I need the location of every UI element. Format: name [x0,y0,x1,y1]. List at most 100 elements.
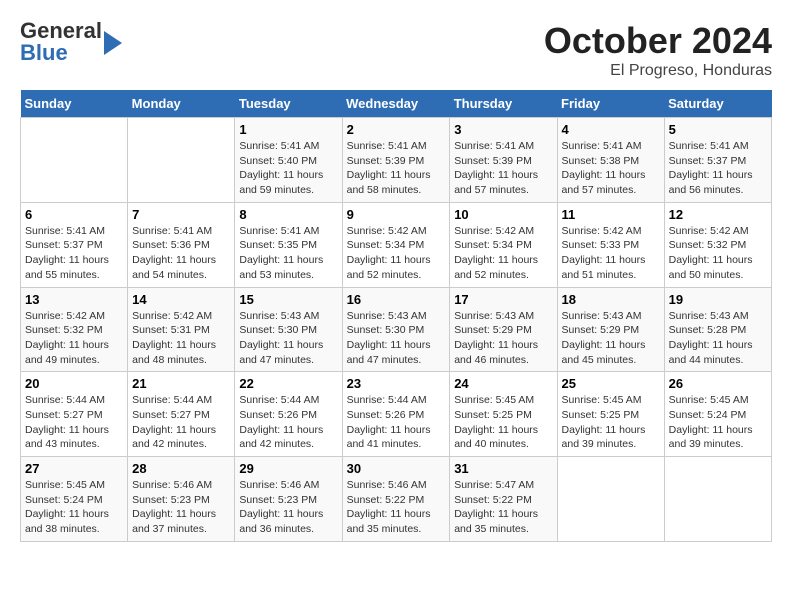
day-number: 18 [562,292,660,307]
month-title: October 2024 [544,20,772,62]
weekday-header-thursday: Thursday [450,90,557,118]
day-info: Sunrise: 5:41 AM Sunset: 5:37 PM Dayligh… [669,139,767,198]
calendar-cell: 16 Sunrise: 5:43 AM Sunset: 5:30 PM Dayli… [342,287,450,372]
logo-text: General Blue [20,18,102,65]
calendar-header: SundayMondayTuesdayWednesdayThursdayFrid… [21,90,772,118]
calendar-cell: 19 Sunrise: 5:43 AM Sunset: 5:28 PM Dayli… [664,287,771,372]
day-number: 24 [454,376,552,391]
calendar-cell: 28 Sunrise: 5:46 AM Sunset: 5:23 PM Dayli… [128,457,235,542]
day-info: Sunrise: 5:45 AM Sunset: 5:25 PM Dayligh… [454,393,552,452]
day-info: Sunrise: 5:44 AM Sunset: 5:27 PM Dayligh… [132,393,230,452]
day-number: 3 [454,122,552,137]
day-number: 14 [132,292,230,307]
day-number: 31 [454,461,552,476]
calendar-cell [128,118,235,203]
page-header: General Blue October 2024 El Progreso, H… [20,20,772,80]
day-info: Sunrise: 5:42 AM Sunset: 5:31 PM Dayligh… [132,309,230,368]
weekday-header-saturday: Saturday [664,90,771,118]
day-number: 19 [669,292,767,307]
day-number: 23 [347,376,446,391]
calendar-cell: 3 Sunrise: 5:41 AM Sunset: 5:39 PM Daylig… [450,118,557,203]
day-number: 5 [669,122,767,137]
day-number: 29 [239,461,337,476]
calendar-cell [557,457,664,542]
calendar-body: 1Sunrise: 5:41 AM Sunset: 5:40 PM Daylig… [21,118,772,542]
logo: General Blue [20,20,122,64]
calendar-week-row: 20 Sunrise: 5:44 AM Sunset: 5:27 PM Dayli… [21,372,772,457]
logo-blue: Blue [20,40,68,65]
calendar-cell: 5 Sunrise: 5:41 AM Sunset: 5:37 PM Daylig… [664,118,771,203]
day-info: Sunrise: 5:47 AM Sunset: 5:22 PM Dayligh… [454,478,552,537]
day-number: 9 [347,207,446,222]
day-number: 6 [25,207,123,222]
calendar-cell: 8Sunrise: 5:41 AM Sunset: 5:35 PM Daylig… [235,202,342,287]
day-number: 27 [25,461,123,476]
weekday-header-friday: Friday [557,90,664,118]
day-number: 11 [562,207,660,222]
calendar-cell: 21 Sunrise: 5:44 AM Sunset: 5:27 PM Dayli… [128,372,235,457]
day-number: 21 [132,376,230,391]
day-info: Sunrise: 5:42 AM Sunset: 5:34 PM Dayligh… [454,224,552,283]
day-info: Sunrise: 5:45 AM Sunset: 5:24 PM Dayligh… [669,393,767,452]
calendar-cell: 14 Sunrise: 5:42 AM Sunset: 5:31 PM Dayli… [128,287,235,372]
day-number: 2 [347,122,446,137]
day-info: Sunrise: 5:41 AM Sunset: 5:39 PM Dayligh… [347,139,446,198]
day-number: 20 [25,376,123,391]
calendar-cell: 2 Sunrise: 5:41 AM Sunset: 5:39 PM Daylig… [342,118,450,203]
calendar-cell: 25 Sunrise: 5:45 AM Sunset: 5:25 PM Dayli… [557,372,664,457]
calendar-cell: 23 Sunrise: 5:44 AM Sunset: 5:26 PM Dayli… [342,372,450,457]
calendar-cell: 30 Sunrise: 5:46 AM Sunset: 5:22 PM Dayli… [342,457,450,542]
day-number: 8 [239,207,337,222]
day-info: Sunrise: 5:45 AM Sunset: 5:24 PM Dayligh… [25,478,123,537]
day-info: Sunrise: 5:41 AM Sunset: 5:39 PM Dayligh… [454,139,552,198]
calendar-cell: 22Sunrise: 5:44 AM Sunset: 5:26 PM Dayli… [235,372,342,457]
day-number: 25 [562,376,660,391]
day-number: 7 [132,207,230,222]
day-info: Sunrise: 5:46 AM Sunset: 5:23 PM Dayligh… [132,478,230,537]
day-info: Sunrise: 5:45 AM Sunset: 5:25 PM Dayligh… [562,393,660,452]
day-number: 10 [454,207,552,222]
weekday-header-row: SundayMondayTuesdayWednesdayThursdayFrid… [21,90,772,118]
calendar-cell: 26Sunrise: 5:45 AM Sunset: 5:24 PM Dayli… [664,372,771,457]
day-info: Sunrise: 5:43 AM Sunset: 5:29 PM Dayligh… [454,309,552,368]
calendar-week-row: 6Sunrise: 5:41 AM Sunset: 5:37 PM Daylig… [21,202,772,287]
calendar-week-row: 13Sunrise: 5:42 AM Sunset: 5:32 PM Dayli… [21,287,772,372]
calendar-cell: 31 Sunrise: 5:47 AM Sunset: 5:22 PM Dayli… [450,457,557,542]
calendar-cell: 1Sunrise: 5:41 AM Sunset: 5:40 PM Daylig… [235,118,342,203]
calendar-cell: 4Sunrise: 5:41 AM Sunset: 5:38 PM Daylig… [557,118,664,203]
calendar-cell: 7 Sunrise: 5:41 AM Sunset: 5:36 PM Daylig… [128,202,235,287]
weekday-header-wednesday: Wednesday [342,90,450,118]
day-info: Sunrise: 5:46 AM Sunset: 5:23 PM Dayligh… [239,478,337,537]
day-info: Sunrise: 5:41 AM Sunset: 5:36 PM Dayligh… [132,224,230,283]
weekday-header-sunday: Sunday [21,90,128,118]
day-info: Sunrise: 5:43 AM Sunset: 5:28 PM Dayligh… [669,309,767,368]
day-info: Sunrise: 5:44 AM Sunset: 5:27 PM Dayligh… [25,393,123,452]
day-info: Sunrise: 5:43 AM Sunset: 5:30 PM Dayligh… [239,309,337,368]
calendar-week-row: 27 Sunrise: 5:45 AM Sunset: 5:24 PM Dayli… [21,457,772,542]
day-number: 17 [454,292,552,307]
day-number: 4 [562,122,660,137]
location: El Progreso, Honduras [544,62,772,80]
calendar-cell: 12Sunrise: 5:42 AM Sunset: 5:32 PM Dayli… [664,202,771,287]
logo-arrow-icon [104,31,122,55]
title-block: October 2024 El Progreso, Honduras [544,20,772,80]
weekday-header-tuesday: Tuesday [235,90,342,118]
calendar-cell: 27 Sunrise: 5:45 AM Sunset: 5:24 PM Dayli… [21,457,128,542]
calendar-cell: 13Sunrise: 5:42 AM Sunset: 5:32 PM Dayli… [21,287,128,372]
calendar-cell [21,118,128,203]
day-info: Sunrise: 5:41 AM Sunset: 5:40 PM Dayligh… [239,139,337,198]
day-number: 16 [347,292,446,307]
day-number: 28 [132,461,230,476]
day-info: Sunrise: 5:44 AM Sunset: 5:26 PM Dayligh… [347,393,446,452]
day-info: Sunrise: 5:43 AM Sunset: 5:29 PM Dayligh… [562,309,660,368]
day-info: Sunrise: 5:46 AM Sunset: 5:22 PM Dayligh… [347,478,446,537]
calendar-week-row: 1Sunrise: 5:41 AM Sunset: 5:40 PM Daylig… [21,118,772,203]
day-info: Sunrise: 5:43 AM Sunset: 5:30 PM Dayligh… [347,309,446,368]
calendar-cell: 17 Sunrise: 5:43 AM Sunset: 5:29 PM Dayli… [450,287,557,372]
calendar-cell: 6Sunrise: 5:41 AM Sunset: 5:37 PM Daylig… [21,202,128,287]
weekday-header-monday: Monday [128,90,235,118]
calendar-table: SundayMondayTuesdayWednesdayThursdayFrid… [20,90,772,542]
day-info: Sunrise: 5:42 AM Sunset: 5:32 PM Dayligh… [25,309,123,368]
day-number: 30 [347,461,446,476]
calendar-cell: 18 Sunrise: 5:43 AM Sunset: 5:29 PM Dayli… [557,287,664,372]
